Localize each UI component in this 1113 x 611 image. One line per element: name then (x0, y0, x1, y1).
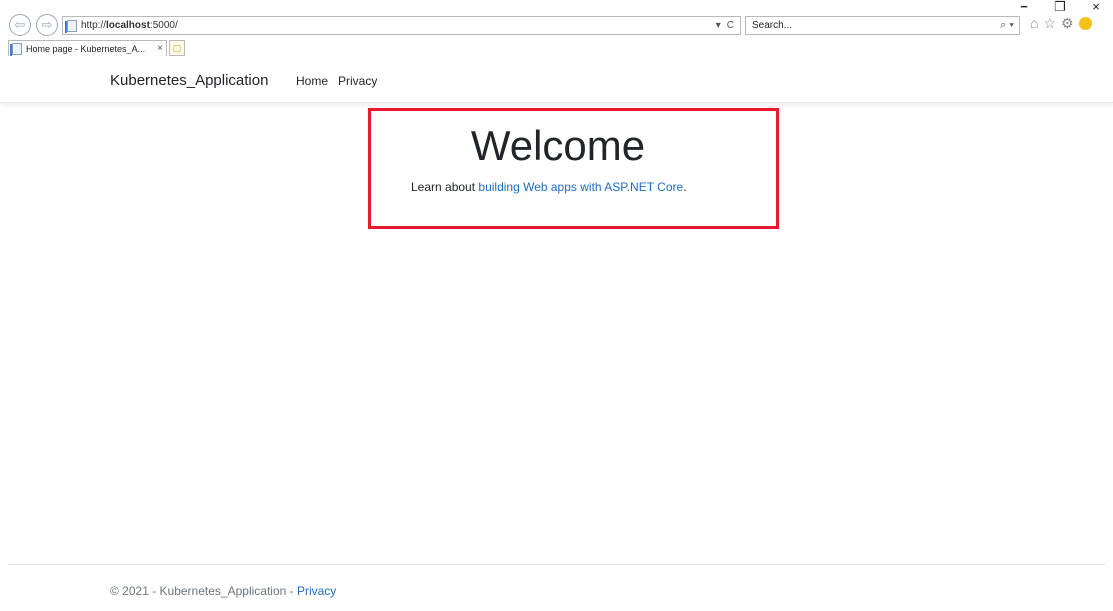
footer-divider (8, 564, 1105, 565)
nav-links: Home Privacy (296, 74, 377, 88)
search-input[interactable]: Search... (752, 20, 1000, 31)
address-bar[interactable]: http://localhost:5000/ ▾ C (62, 16, 741, 35)
footer-text: © 2021 - Kubernetes_Application - (110, 584, 297, 598)
restore-button[interactable]: ❐ (1053, 0, 1067, 14)
tab-title: Home page - Kubernetes_A... (26, 43, 146, 54)
tab-close-button[interactable]: × (157, 43, 166, 54)
dropdown-icon[interactable]: ▾ (716, 20, 721, 31)
address-url[interactable]: http://localhost:5000/ (81, 20, 716, 31)
site-navbar: Kubernetes_Application Home Privacy (0, 58, 1113, 103)
arrow-right-icon: ⇨ (41, 17, 53, 32)
learn-prefix: Learn about (411, 180, 479, 194)
aspnet-docs-link[interactable]: building Web apps with ASP.NET Core (478, 180, 683, 194)
minimize-button[interactable]: − (1017, 0, 1031, 14)
browser-tab[interactable]: Home page - Kubernetes_A... × (8, 40, 167, 56)
url-host: localhost (106, 20, 150, 31)
search-icon[interactable]: ⌕ ▾ (1000, 19, 1019, 32)
url-scheme: http:// (81, 20, 107, 31)
new-tab-button[interactable]: ▢ (169, 40, 185, 56)
footer: © 2021 - Kubernetes_Application - Privac… (110, 584, 336, 598)
browser-chrome: − ❐ × ⇦ ⇨ http://localhost:5000/ ▾ C Sea… (0, 0, 1113, 58)
nav-privacy[interactable]: Privacy (338, 74, 377, 88)
footer-privacy-link[interactable]: Privacy (297, 584, 336, 598)
learn-text: Learn about building Web apps with ASP.N… (411, 180, 687, 194)
arrow-left-icon: ⇦ (14, 17, 26, 32)
star-icon[interactable]: ☆ (1043, 15, 1056, 32)
learn-suffix: . (683, 180, 687, 194)
back-button[interactable]: ⇦ (9, 14, 31, 36)
home-icon[interactable]: ⌂ (1030, 15, 1038, 32)
new-tab-icon: ▢ (172, 42, 182, 53)
url-port: :5000/ (149, 20, 178, 31)
brand-link[interactable]: Kubernetes_Application (110, 72, 268, 89)
gear-icon[interactable]: ⚙ (1061, 15, 1074, 32)
browser-toolbar-icons: ⌂ ☆ ⚙ (1030, 15, 1092, 32)
close-window-button[interactable]: × (1089, 0, 1103, 14)
page-icon (65, 19, 77, 33)
window-controls: − ❐ × (1017, 0, 1103, 14)
nav-home[interactable]: Home (296, 74, 328, 88)
smiley-icon[interactable] (1078, 17, 1092, 30)
tab-page-icon (10, 42, 22, 56)
search-box[interactable]: Search... ⌕ ▾ (745, 16, 1020, 35)
address-tools: ▾ C (716, 20, 740, 31)
forward-button[interactable]: ⇨ (36, 14, 58, 36)
refresh-icon[interactable]: C (727, 20, 734, 31)
page-title: Welcome (470, 122, 646, 169)
